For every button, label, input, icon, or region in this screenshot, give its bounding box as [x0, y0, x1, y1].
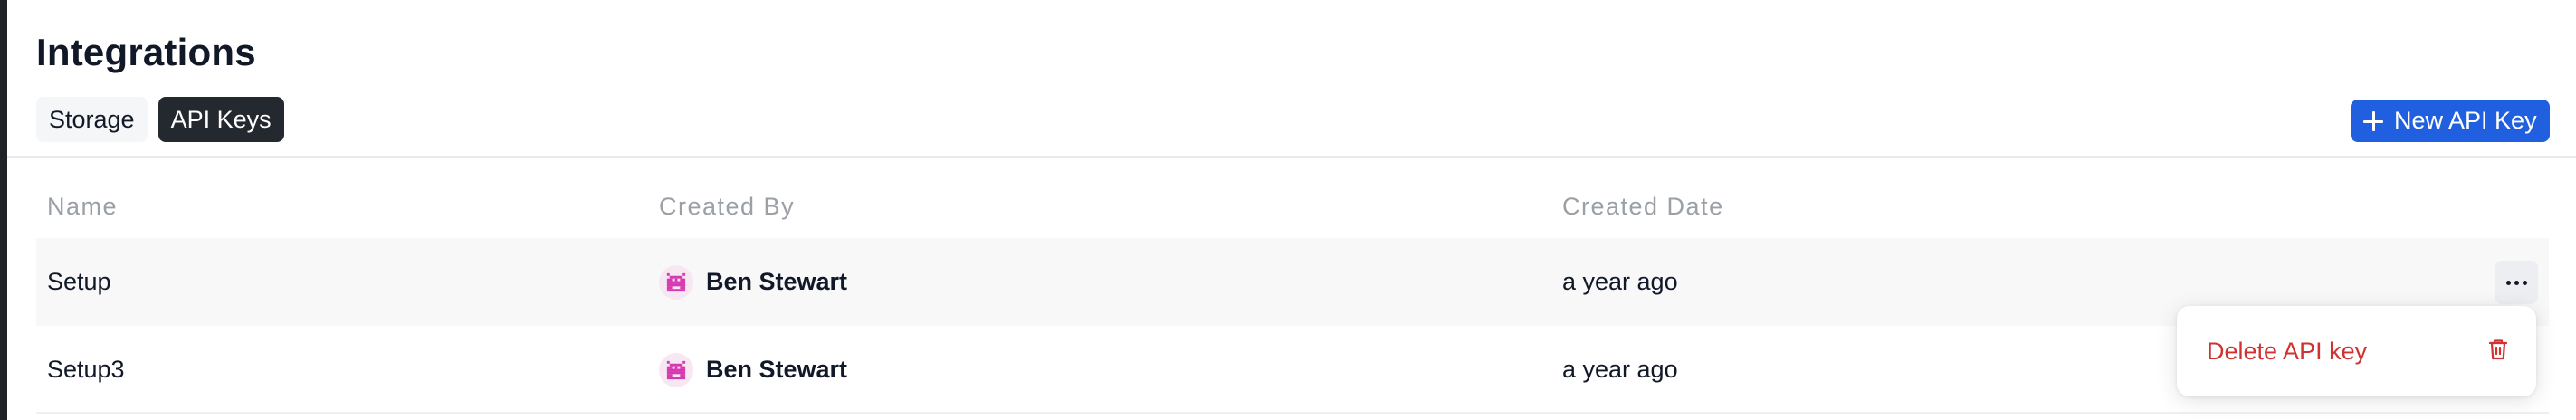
avatar: [659, 264, 693, 300]
tab-storage[interactable]: Storage: [36, 97, 148, 142]
page-title: Integrations: [36, 31, 256, 73]
window-edge: [0, 0, 7, 420]
row-actions-button[interactable]: [2495, 261, 2538, 304]
row-name: Setup3: [47, 356, 125, 383]
delete-api-key-label: Delete API key: [2207, 337, 2368, 365]
plus-icon: [2363, 110, 2383, 131]
trash-icon: [2487, 338, 2509, 366]
row-created-by: Ben Stewart: [659, 326, 847, 414]
pixel-avatar-icon: [666, 272, 686, 291]
new-api-key-button[interactable]: New API Key: [2351, 100, 2550, 142]
table-row[interactable]: Setup3 Ben Stewart a year ago: [36, 326, 2549, 414]
column-header-name[interactable]: Name: [47, 193, 118, 221]
row-name: Setup: [47, 268, 111, 295]
column-header-created-by[interactable]: Created By: [659, 193, 795, 221]
header-divider: [7, 156, 2576, 158]
user-name: Ben Stewart: [706, 268, 848, 295]
table-row[interactable]: Setup Ben Stewart a year ago: [36, 238, 2549, 326]
column-header-created-date[interactable]: Created Date: [1562, 193, 1724, 221]
row-actions-menu: Delete API key: [2177, 306, 2536, 396]
tab-api-keys[interactable]: API Keys: [157, 97, 284, 142]
user-name: Ben Stewart: [706, 356, 848, 383]
tab-bar: Storage API Keys: [36, 97, 284, 142]
new-api-key-label: New API Key: [2394, 107, 2537, 134]
avatar: [659, 352, 693, 387]
row-created-date: a year ago: [1562, 356, 1678, 383]
row-created-by: Ben Stewart: [659, 238, 847, 326]
more-horizontal-icon: [2505, 280, 2527, 285]
delete-api-key-menu-item[interactable]: Delete API key: [2177, 306, 2536, 396]
row-created-date: a year ago: [1562, 268, 1678, 295]
pixel-avatar-icon: [666, 360, 686, 379]
